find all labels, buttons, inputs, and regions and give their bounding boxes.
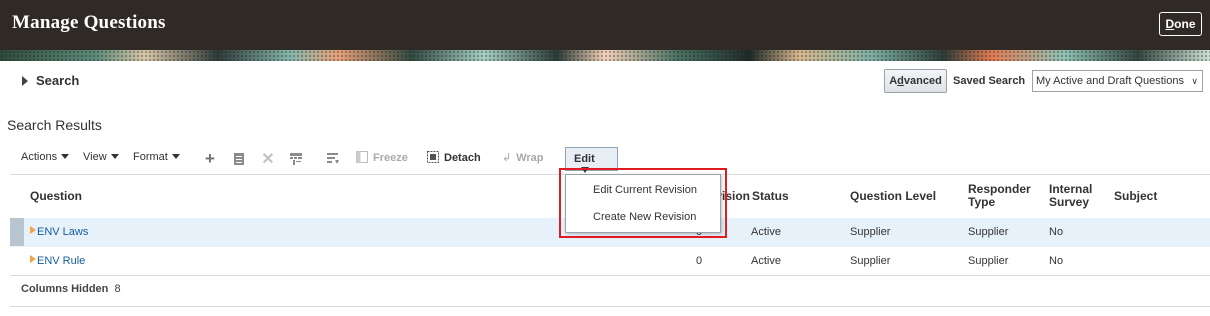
app-header: Manage Questions Done <box>0 0 1210 50</box>
column-header-question-level[interactable]: Question Level <box>850 190 936 203</box>
internal-survey-line-1: Internal <box>1049 182 1093 196</box>
responder-type-line-2: Type <box>968 195 996 209</box>
responder-type-cell: Supplier <box>968 226 1009 238</box>
search-results-title: Search Results <box>7 117 102 133</box>
internal-survey-cell: No <box>1049 255 1064 267</box>
column-header-internal-survey[interactable]: Internal Survey <box>1049 183 1092 209</box>
search-disclosure[interactable]: Search <box>22 73 79 88</box>
advanced-button[interactable]: Advanced <box>884 69 947 93</box>
view-label: View <box>83 151 107 163</box>
columns-hidden-status: Columns Hidden 8 <box>21 283 121 295</box>
table-row[interactable]: ENV Rule 0 Active Supplier Supplier No <box>10 246 1210 274</box>
column-header-responder-type[interactable]: Responder Type <box>968 183 1031 209</box>
edit-label: Edit <box>574 153 595 165</box>
status-cell: Active <box>751 226 781 238</box>
done-label: one <box>1174 17 1196 31</box>
column-header-status[interactable]: Status <box>752 190 789 203</box>
search-section-title: Search <box>36 73 80 88</box>
question-level-cell: Supplier <box>850 226 891 238</box>
question-cell[interactable]: ENV Laws <box>30 226 88 238</box>
format-menu[interactable]: Format <box>133 151 180 163</box>
revision-cell: 0 <box>696 255 703 267</box>
done-button[interactable]: Done <box>1159 12 1202 36</box>
detach-icon <box>427 151 439 163</box>
question-link[interactable]: ENV Laws <box>37 226 88 238</box>
footer-divider <box>10 306 1210 307</box>
advanced-label-start: A <box>889 75 898 87</box>
internal-survey-cell: No <box>1049 226 1064 238</box>
question-link[interactable]: ENV Rule <box>37 255 85 267</box>
question-cell[interactable]: ENV Rule <box>30 255 85 267</box>
responder-type-line-1: Responder <box>968 182 1031 196</box>
flag-icon <box>30 226 36 234</box>
chevron-down-icon: ∨ <box>1191 76 1198 86</box>
wrap-icon: ↲ <box>502 152 512 164</box>
freeze-label: Freeze <box>373 152 408 164</box>
done-access-key: D <box>1165 17 1175 31</box>
saved-search-value: My Active and Draft Questions <box>1036 75 1184 87</box>
table-bottom-border <box>10 275 1210 276</box>
view-menu[interactable]: View <box>83 151 119 163</box>
internal-survey-line-2: Survey <box>1049 195 1090 209</box>
decorative-banner <box>0 50 1210 61</box>
format-label: Format <box>133 151 168 163</box>
expand-triangle-icon <box>22 75 28 86</box>
query-by-example-icon[interactable] <box>288 151 304 167</box>
page-title: Manage Questions <box>12 12 166 33</box>
detach-label: Detach <box>444 152 481 164</box>
column-header-question[interactable]: Question <box>30 190 82 203</box>
advanced-label-end: vanced <box>903 75 942 87</box>
banner-pattern <box>0 50 1210 61</box>
actions-label: Actions <box>21 151 58 163</box>
delete-icon[interactable]: ✕ <box>260 151 276 168</box>
saved-search-select[interactable]: My Active and Draft Questions ∨ <box>1032 70 1203 92</box>
duplicate-icon[interactable] <box>231 151 247 167</box>
freeze-icon <box>356 151 368 163</box>
advanced-access-key: d <box>897 75 904 87</box>
saved-search-label: Saved Search <box>953 75 1026 87</box>
columns-hidden-label: Columns Hidden <box>21 283 109 295</box>
columns-hidden-count: 8 <box>114 283 121 295</box>
wrap-button[interactable]: ↲ Wrap <box>502 151 544 164</box>
detach-button[interactable]: Detach <box>427 151 481 164</box>
question-level-cell: Supplier <box>850 255 891 267</box>
actions-caret-icon <box>61 154 70 159</box>
responder-type-cell: Supplier <box>968 255 1009 267</box>
add-icon[interactable]: + <box>202 149 218 168</box>
view-caret-icon <box>110 154 119 159</box>
freeze-button[interactable]: Freeze <box>356 151 408 164</box>
wrap-label: Wrap <box>516 152 544 164</box>
annotation-highlight-box <box>559 168 727 238</box>
format-caret-icon <box>171 154 180 159</box>
column-header-subject[interactable]: Subject <box>1114 190 1157 203</box>
status-cell: Active <box>751 255 781 267</box>
row-selected-indicator <box>10 218 24 246</box>
actions-menu[interactable]: Actions <box>21 151 70 163</box>
flag-icon <box>30 255 36 263</box>
sort-filter-icon[interactable] <box>325 151 341 167</box>
